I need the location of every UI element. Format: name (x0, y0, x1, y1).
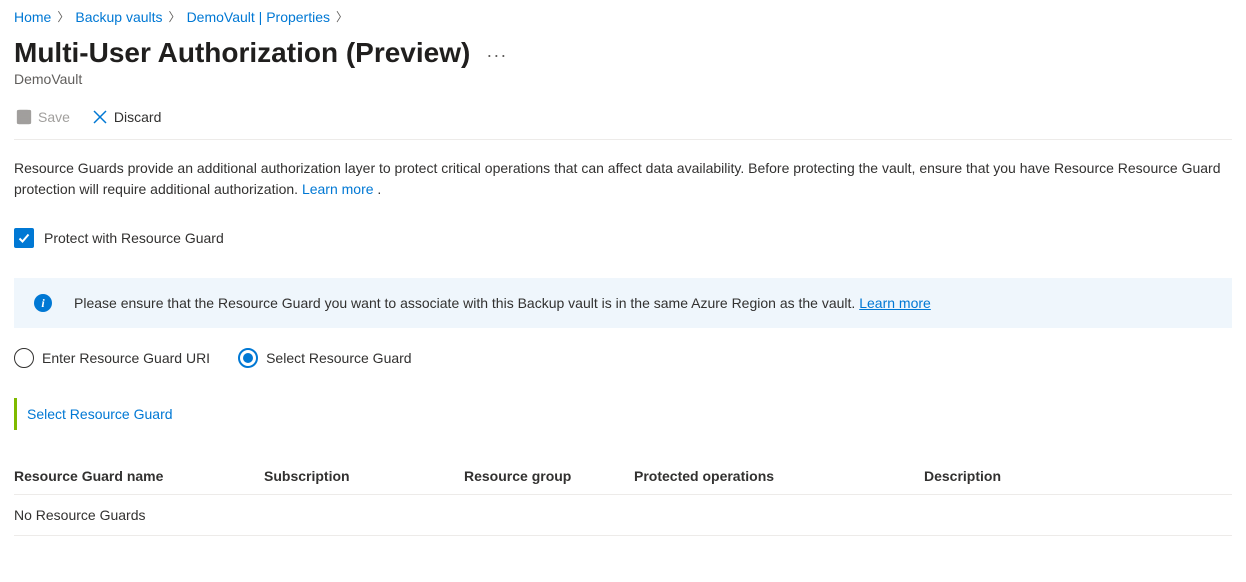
save-icon (16, 109, 32, 125)
th-name[interactable]: Resource Guard name (14, 468, 264, 484)
protect-checkbox-label: Protect with Resource Guard (44, 230, 224, 246)
info-banner: i Please ensure that the Resource Guard … (14, 278, 1232, 328)
info-icon: i (34, 294, 52, 312)
radio-input-select[interactable] (238, 348, 258, 368)
radio-label-uri: Enter Resource Guard URI (42, 350, 210, 366)
breadcrumb-demovault-properties[interactable]: DemoVault | Properties (187, 9, 330, 25)
checkmark-icon (17, 231, 31, 245)
learn-more-link[interactable]: Learn more (302, 181, 374, 197)
th-protected-ops[interactable]: Protected operations (634, 468, 924, 484)
info-text: Please ensure that the Resource Guard yo… (74, 295, 859, 311)
description-period: . (374, 181, 382, 197)
info-learn-more-link[interactable]: Learn more (859, 295, 931, 311)
chevron-right-icon: 〉 (169, 8, 181, 25)
resource-guard-table: Resource Guard name Subscription Resourc… (14, 458, 1232, 536)
discard-label: Discard (114, 109, 161, 125)
save-button: Save (14, 105, 72, 129)
page-subtitle: DemoVault (14, 71, 1232, 87)
save-label: Save (38, 109, 70, 125)
table-header: Resource Guard name Subscription Resourc… (14, 458, 1232, 495)
toolbar: Save Discard (14, 105, 1232, 140)
close-icon (92, 109, 108, 125)
select-resource-guard-row: Select Resource Guard (14, 398, 1232, 430)
breadcrumb-home[interactable]: Home (14, 9, 51, 25)
protect-checkbox-row[interactable]: Protect with Resource Guard (14, 228, 1232, 248)
th-subscription[interactable]: Subscription (264, 468, 464, 484)
chevron-right-icon: 〉 (336, 8, 348, 25)
page-title: Multi-User Authorization (Preview) (14, 37, 470, 69)
chevron-right-icon: 〉 (57, 8, 69, 25)
description-body: Resource Guards provide an additional au… (14, 160, 1221, 197)
description-text: Resource Guards provide an additional au… (14, 158, 1232, 200)
select-resource-guard-link[interactable]: Select Resource Guard (27, 406, 173, 422)
protect-checkbox[interactable] (14, 228, 34, 248)
page-title-row: Multi-User Authorization (Preview) ··· (14, 33, 1232, 69)
info-banner-text: Please ensure that the Resource Guard yo… (74, 295, 931, 311)
table-empty-row: No Resource Guards (14, 495, 1232, 536)
radio-group: Enter Resource Guard URI Select Resource… (14, 348, 1232, 368)
more-actions-button[interactable]: ··· (486, 37, 507, 66)
th-resource-group[interactable]: Resource group (464, 468, 634, 484)
breadcrumb: Home 〉 Backup vaults 〉 DemoVault | Prope… (14, 8, 1232, 25)
radio-input-uri[interactable] (14, 348, 34, 368)
breadcrumb-backup-vaults[interactable]: Backup vaults (75, 9, 162, 25)
th-description[interactable]: Description (924, 468, 1232, 484)
discard-button[interactable]: Discard (90, 105, 163, 129)
radio-enter-uri[interactable]: Enter Resource Guard URI (14, 348, 210, 368)
radio-label-select: Select Resource Guard (266, 350, 412, 366)
radio-select-guard[interactable]: Select Resource Guard (238, 348, 412, 368)
